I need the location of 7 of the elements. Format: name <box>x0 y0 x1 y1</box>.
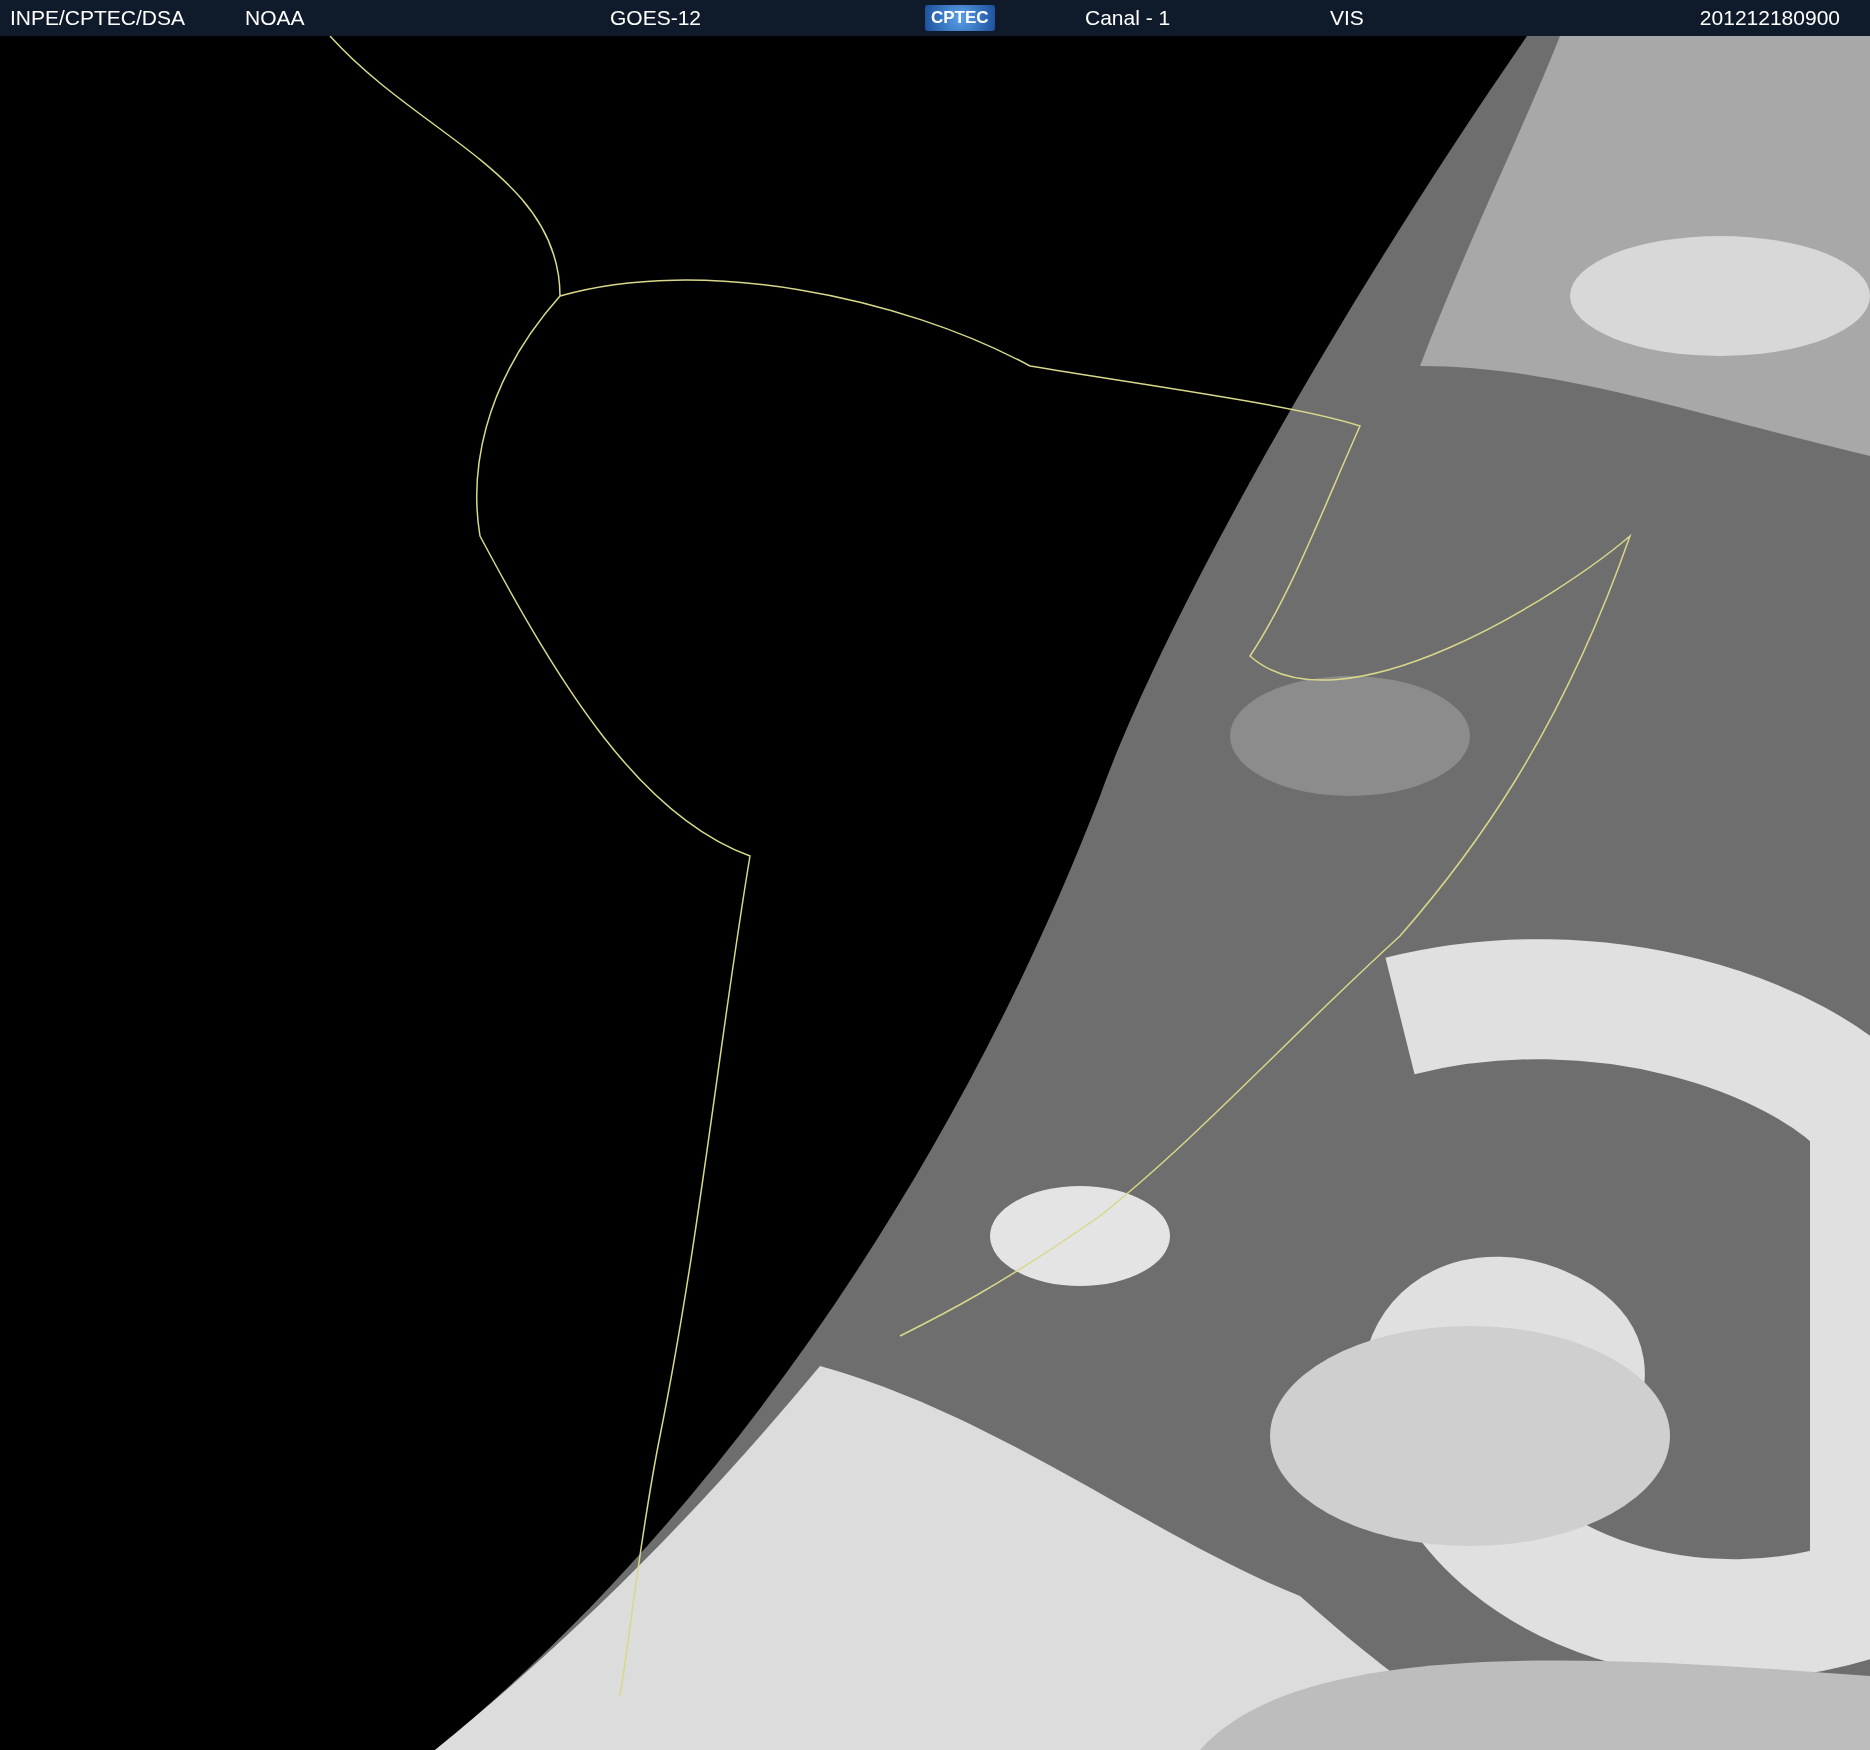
header-label: Canal - 1 <box>1085 6 1171 30</box>
header-label: 201212180900 <box>1699 6 1840 30</box>
header-label: VIS <box>1330 6 1364 30</box>
header-label: NOAA <box>245 6 305 30</box>
header-label: INPE/CPTEC/DSA <box>10 6 186 30</box>
header-label: GOES-12 <box>610 6 702 30</box>
agency-logo: CPTEC <box>925 5 995 31</box>
